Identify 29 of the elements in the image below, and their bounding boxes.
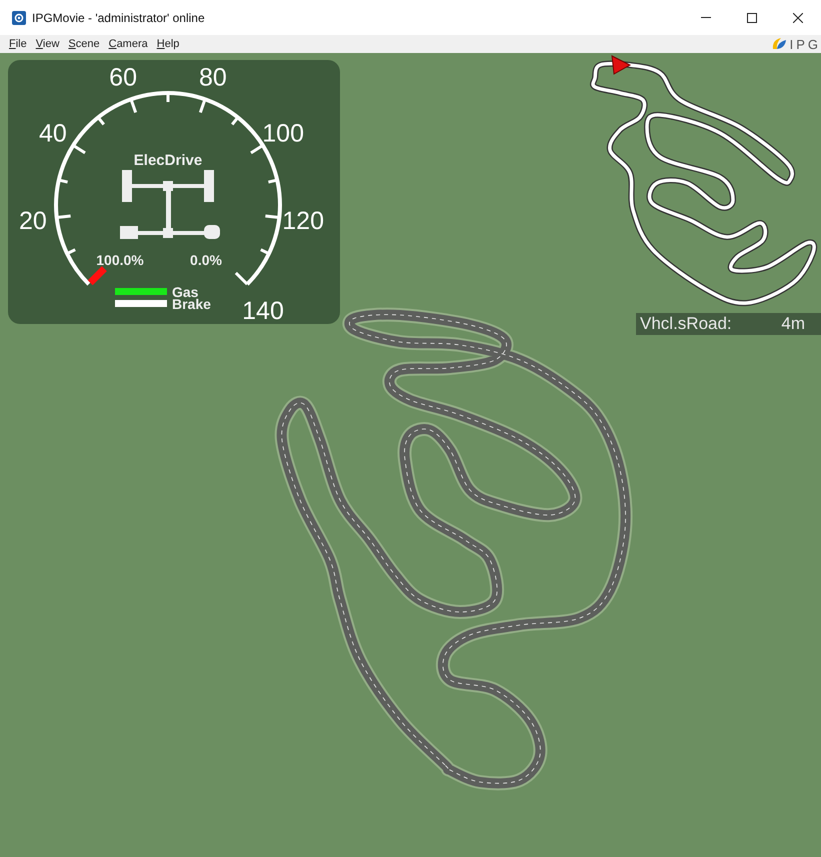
speed-scale-label: 40 bbox=[38, 120, 67, 148]
window-title: IPGMovie - 'administrator' online bbox=[32, 10, 205, 26]
drive-mode-label: ElecDrive bbox=[134, 152, 202, 169]
maximize-icon bbox=[747, 12, 757, 22]
speed-scale-label: 20 bbox=[18, 207, 47, 236]
menu-item[interactable]: Camera bbox=[108, 36, 148, 52]
logo-text: IPG bbox=[790, 38, 821, 50]
speed-scale-label: 100 bbox=[262, 120, 304, 148]
speed-needle bbox=[88, 266, 107, 286]
speed-scale-label: 80 bbox=[199, 64, 227, 92]
menu-item[interactable]: View bbox=[36, 36, 60, 52]
pedal-label: Gas bbox=[172, 284, 198, 298]
drive-percentage: 0.0% bbox=[190, 252, 222, 268]
road-info-value: 4m bbox=[781, 313, 806, 336]
vehicle-marker-icon bbox=[611, 55, 632, 75]
close-icon bbox=[793, 12, 803, 22]
3d-scene-view[interactable]: 20 40 60 80 100 120 140 ElecDrive 100.0% 0.0% Gas Brake Vhcl.sRoad: 4m bbox=[0, 53, 821, 857]
drive-percentage: 100.0% bbox=[96, 252, 144, 268]
road-info-label: Vhcl.sRoad: bbox=[640, 313, 732, 336]
menu-item[interactable]: Scene bbox=[68, 36, 100, 52]
speed-scale-label: 120 bbox=[282, 207, 324, 236]
minimize-icon bbox=[701, 17, 711, 18]
menu-item[interactable]: Help bbox=[156, 36, 180, 52]
menu-item[interactable]: File bbox=[9, 36, 27, 52]
logo-icon bbox=[770, 37, 787, 51]
app-icon bbox=[12, 10, 26, 24]
pedal-label: Brake bbox=[172, 296, 211, 310]
speed-scale-label: 60 bbox=[109, 64, 137, 92]
speed-scale-label: 140 bbox=[242, 297, 284, 324]
